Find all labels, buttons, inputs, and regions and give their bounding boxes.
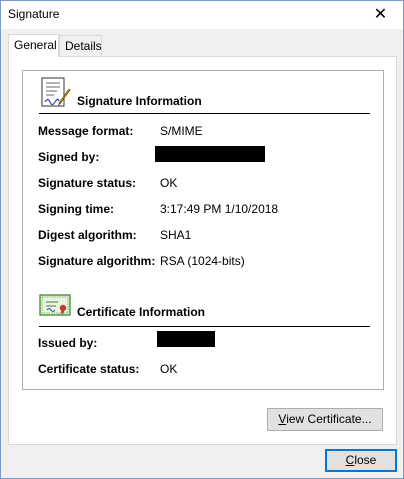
message-format-label: Message format: <box>38 124 134 138</box>
digest-algorithm-label: Digest algorithm: <box>38 228 137 242</box>
view-certificate-button[interactable]: View Certificate... <box>267 408 383 431</box>
info-group-box: Signature Information Message format: S/… <box>22 70 384 390</box>
signature-info-title: Signature Information <box>77 94 202 108</box>
signed-by-label: Signed by: <box>38 150 100 164</box>
signing-time-value: 3:17:49 PM 1/10/2018 <box>160 202 279 216</box>
close-icon[interactable]: ✕ <box>358 1 403 29</box>
signature-dialog: Signature ✕ General Details Signature In… <box>0 0 404 479</box>
redacted-signer <box>155 146 265 162</box>
signed-document-icon <box>41 77 71 107</box>
signature-algorithm-label: Signature algorithm: <box>38 254 156 268</box>
close-button[interactable]: Close <box>325 449 397 472</box>
signing-time-label: Signing time: <box>38 202 114 216</box>
window-title: Signature <box>8 7 60 21</box>
view-certificate-label: iew Certificate... <box>286 412 372 426</box>
section-divider <box>39 326 370 327</box>
tab-general[interactable]: General <box>8 34 59 57</box>
certificate-icon <box>39 294 71 316</box>
redacted-issuer <box>157 331 215 347</box>
certificate-status-label: Certificate status: <box>38 362 140 376</box>
tab-details[interactable]: Details <box>59 35 102 56</box>
signature-status-value: OK <box>160 176 178 190</box>
general-tab-panel: Signature Information Message format: S/… <box>8 56 397 445</box>
message-format-value: S/MIME <box>160 124 203 138</box>
digest-algorithm-value: SHA1 <box>160 228 192 242</box>
signature-algorithm-value: RSA (1024-bits) <box>160 254 245 268</box>
signature-status-label: Signature status: <box>38 176 137 190</box>
section-divider <box>39 113 370 114</box>
issued-by-label: Issued by: <box>38 336 98 350</box>
title-bar: Signature ✕ <box>1 1 403 29</box>
certificate-status-value: OK <box>160 362 178 376</box>
close-label: lose <box>354 453 377 467</box>
certificate-info-title: Certificate Information <box>77 305 206 319</box>
